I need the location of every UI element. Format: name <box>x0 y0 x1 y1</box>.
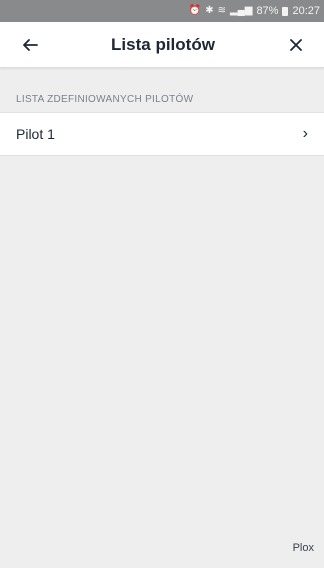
pilot-list: Pilot 1 › <box>0 112 324 156</box>
status-bar: ⏰ ✱ ≋ ▂▄▆ 87% 20:27 <box>0 0 324 22</box>
close-icon <box>290 38 302 51</box>
app-bar: Lista pilotów <box>0 22 324 68</box>
list-item-pilot-1[interactable]: Pilot 1 › <box>0 113 324 155</box>
battery-icon <box>282 6 289 16</box>
brand-label: Plox <box>292 542 314 554</box>
back-button[interactable] <box>16 31 44 59</box>
page-title: Lista pilotów <box>111 34 215 54</box>
battery-percent: 87% <box>256 5 279 17</box>
signal-icon: ▂▄▆ <box>229 5 253 16</box>
wifi-icon: ≋ <box>217 5 226 16</box>
status-time: 20:27 <box>292 5 320 17</box>
bluetooth-icon: ✱ <box>205 5 214 16</box>
close-button[interactable] <box>282 31 310 59</box>
alarm-icon: ⏰ <box>188 5 202 16</box>
section-header: LISTA ZDEFINIOWANYCH PILOTÓW <box>16 94 194 105</box>
chevron-right-icon: › <box>302 125 308 142</box>
list-item-label: Pilot 1 <box>16 126 55 142</box>
arrow-left-icon <box>23 38 38 51</box>
